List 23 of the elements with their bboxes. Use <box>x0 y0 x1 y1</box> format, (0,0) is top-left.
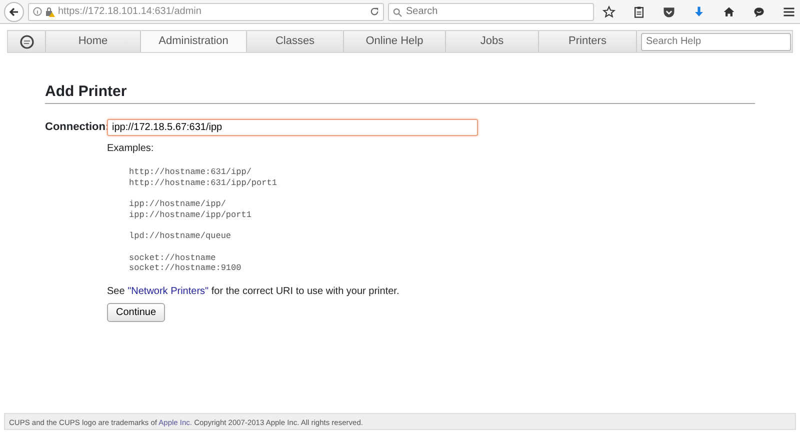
network-printers-link[interactable]: "Network Printers" <box>128 286 209 296</box>
nav-tab[interactable]: Jobs <box>446 31 539 52</box>
example-uri: socket://hostname:9100 <box>129 263 242 274</box>
nav-tab[interactable]: Printers <box>539 31 637 52</box>
connection-field[interactable]: ipp://172.18.5.67:631/ipp <box>107 119 478 136</box>
help-note: See "Network Printers" for the correct URI to use with your printer. <box>107 284 400 298</box>
example-uri: socket://hostname <box>129 252 216 263</box>
nav-tab[interactable]: Classes <box>247 31 344 52</box>
address-bar[interactable]: https://172.18.101.14:631/admin <box>28 2 384 20</box>
example-uri: http://hostname:631/ipp/port1 <box>129 178 277 188</box>
search-field[interactable]: Search <box>388 2 594 20</box>
example-uri: ipp://hostname/ipp/ <box>129 199 226 210</box>
examples-label: Examples: <box>107 142 155 156</box>
page-heading: Add Printer <box>45 83 755 104</box>
connection-label: Connection: <box>45 120 107 136</box>
example-uri: lpd://hostname/queue <box>129 231 232 242</box>
nav-tab[interactable]: Online Help <box>344 31 446 52</box>
nav-tab[interactable]: Administration <box>141 31 247 52</box>
example-uri: ipp://hostname/ipp/port1 <box>129 210 252 220</box>
continue-button[interactable]: Continue <box>107 302 166 322</box>
example-uri: http://hostname:631/ipp/ <box>129 167 252 178</box>
search-help-field[interactable]: Search Help <box>641 32 791 50</box>
url-text: https://172.18.101.14:631/admin <box>58 5 202 19</box>
